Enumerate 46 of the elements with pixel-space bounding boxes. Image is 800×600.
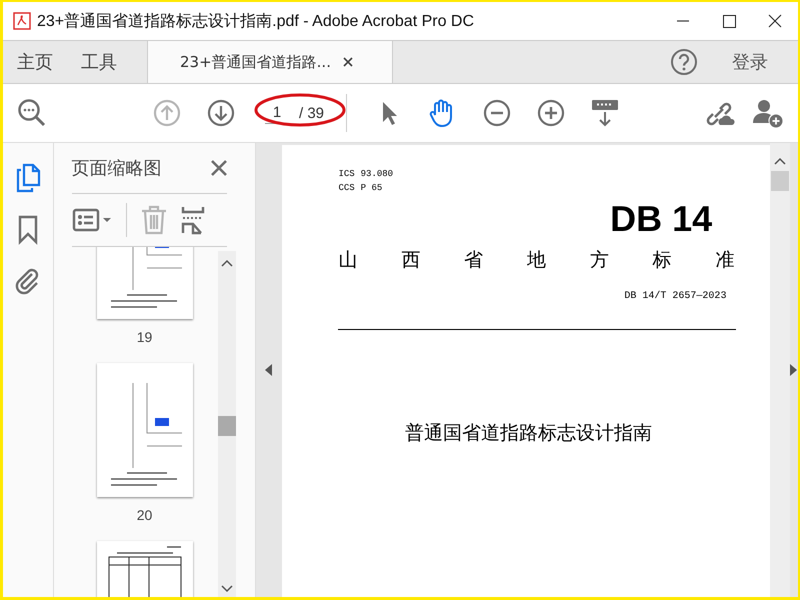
authority-character: 地 — [526, 248, 546, 273]
nav-tab[interactable]: 工具 — [67, 41, 131, 83]
document-tab-label[interactable]: 23+普通国省道指路... — [180, 52, 331, 72]
standard-number: DB 14/T 2657—2023 — [623, 291, 726, 302]
collapse-left-icon[interactable] — [265, 364, 274, 376]
authority-character: 山 — [338, 248, 358, 273]
scrollbar-thumb[interactable] — [771, 171, 790, 191]
authority-character: 准 — [715, 248, 734, 273]
pages-icon[interactable] — [14, 163, 41, 193]
page-number-label: 19 — [136, 329, 152, 345]
authority-character: 标 — [652, 248, 672, 273]
scrollbar-thumb[interactable] — [218, 416, 236, 436]
panel-title: 页面缩略图 — [72, 157, 162, 180]
code-value: P 65 — [360, 182, 382, 195]
document-tab[interactable]: 23+普通国省道指路... — [147, 41, 393, 83]
document-title: 普通国省道指路标志设计指南 — [404, 421, 653, 446]
sign-in-button[interactable]: 登录 — [726, 41, 774, 83]
pdf-app-icon — [13, 12, 31, 30]
window-title: 23+普通国省道指路标志设计指南.pdf - Adobe Acrobat Pro DC — [37, 11, 476, 32]
scroll-up-icon[interactable] — [774, 157, 786, 165]
options-menu-icon[interactable] — [72, 208, 112, 232]
page-number-label: 20 — [136, 507, 152, 523]
help-icon[interactable] — [670, 48, 698, 76]
page-count: / 39 — [299, 104, 324, 122]
zoom-in-icon[interactable] — [537, 99, 566, 127]
page-crop-icon[interactable] — [180, 205, 205, 235]
close-icon[interactable] — [342, 57, 353, 67]
close-icon[interactable] — [210, 160, 227, 176]
authority-character: 方 — [590, 248, 609, 273]
keyboard-arrow-icon[interactable] — [591, 99, 620, 127]
code-label: ICS — [338, 168, 355, 181]
standard-mark: DB 14 — [609, 199, 714, 239]
bookmark-icon[interactable] — [16, 215, 39, 245]
zoom-out-icon[interactable] — [483, 99, 512, 127]
scroll-down-icon[interactable] — [220, 585, 233, 593]
next-page-icon[interactable] — [207, 99, 235, 127]
code-value: 93.080 — [360, 168, 394, 181]
code-label: CCS — [338, 182, 355, 195]
page-number-field[interactable]: 1 — [265, 102, 289, 124]
add-user-icon[interactable] — [752, 98, 784, 128]
nav-tab[interactable]: 主页 — [3, 41, 67, 83]
scroll-up-icon[interactable] — [220, 259, 233, 267]
authority-character: 西 — [401, 248, 420, 273]
search-icon[interactable] — [17, 98, 47, 128]
authority-character: 省 — [464, 248, 484, 273]
page-thumbnail[interactable] — [96, 363, 193, 497]
